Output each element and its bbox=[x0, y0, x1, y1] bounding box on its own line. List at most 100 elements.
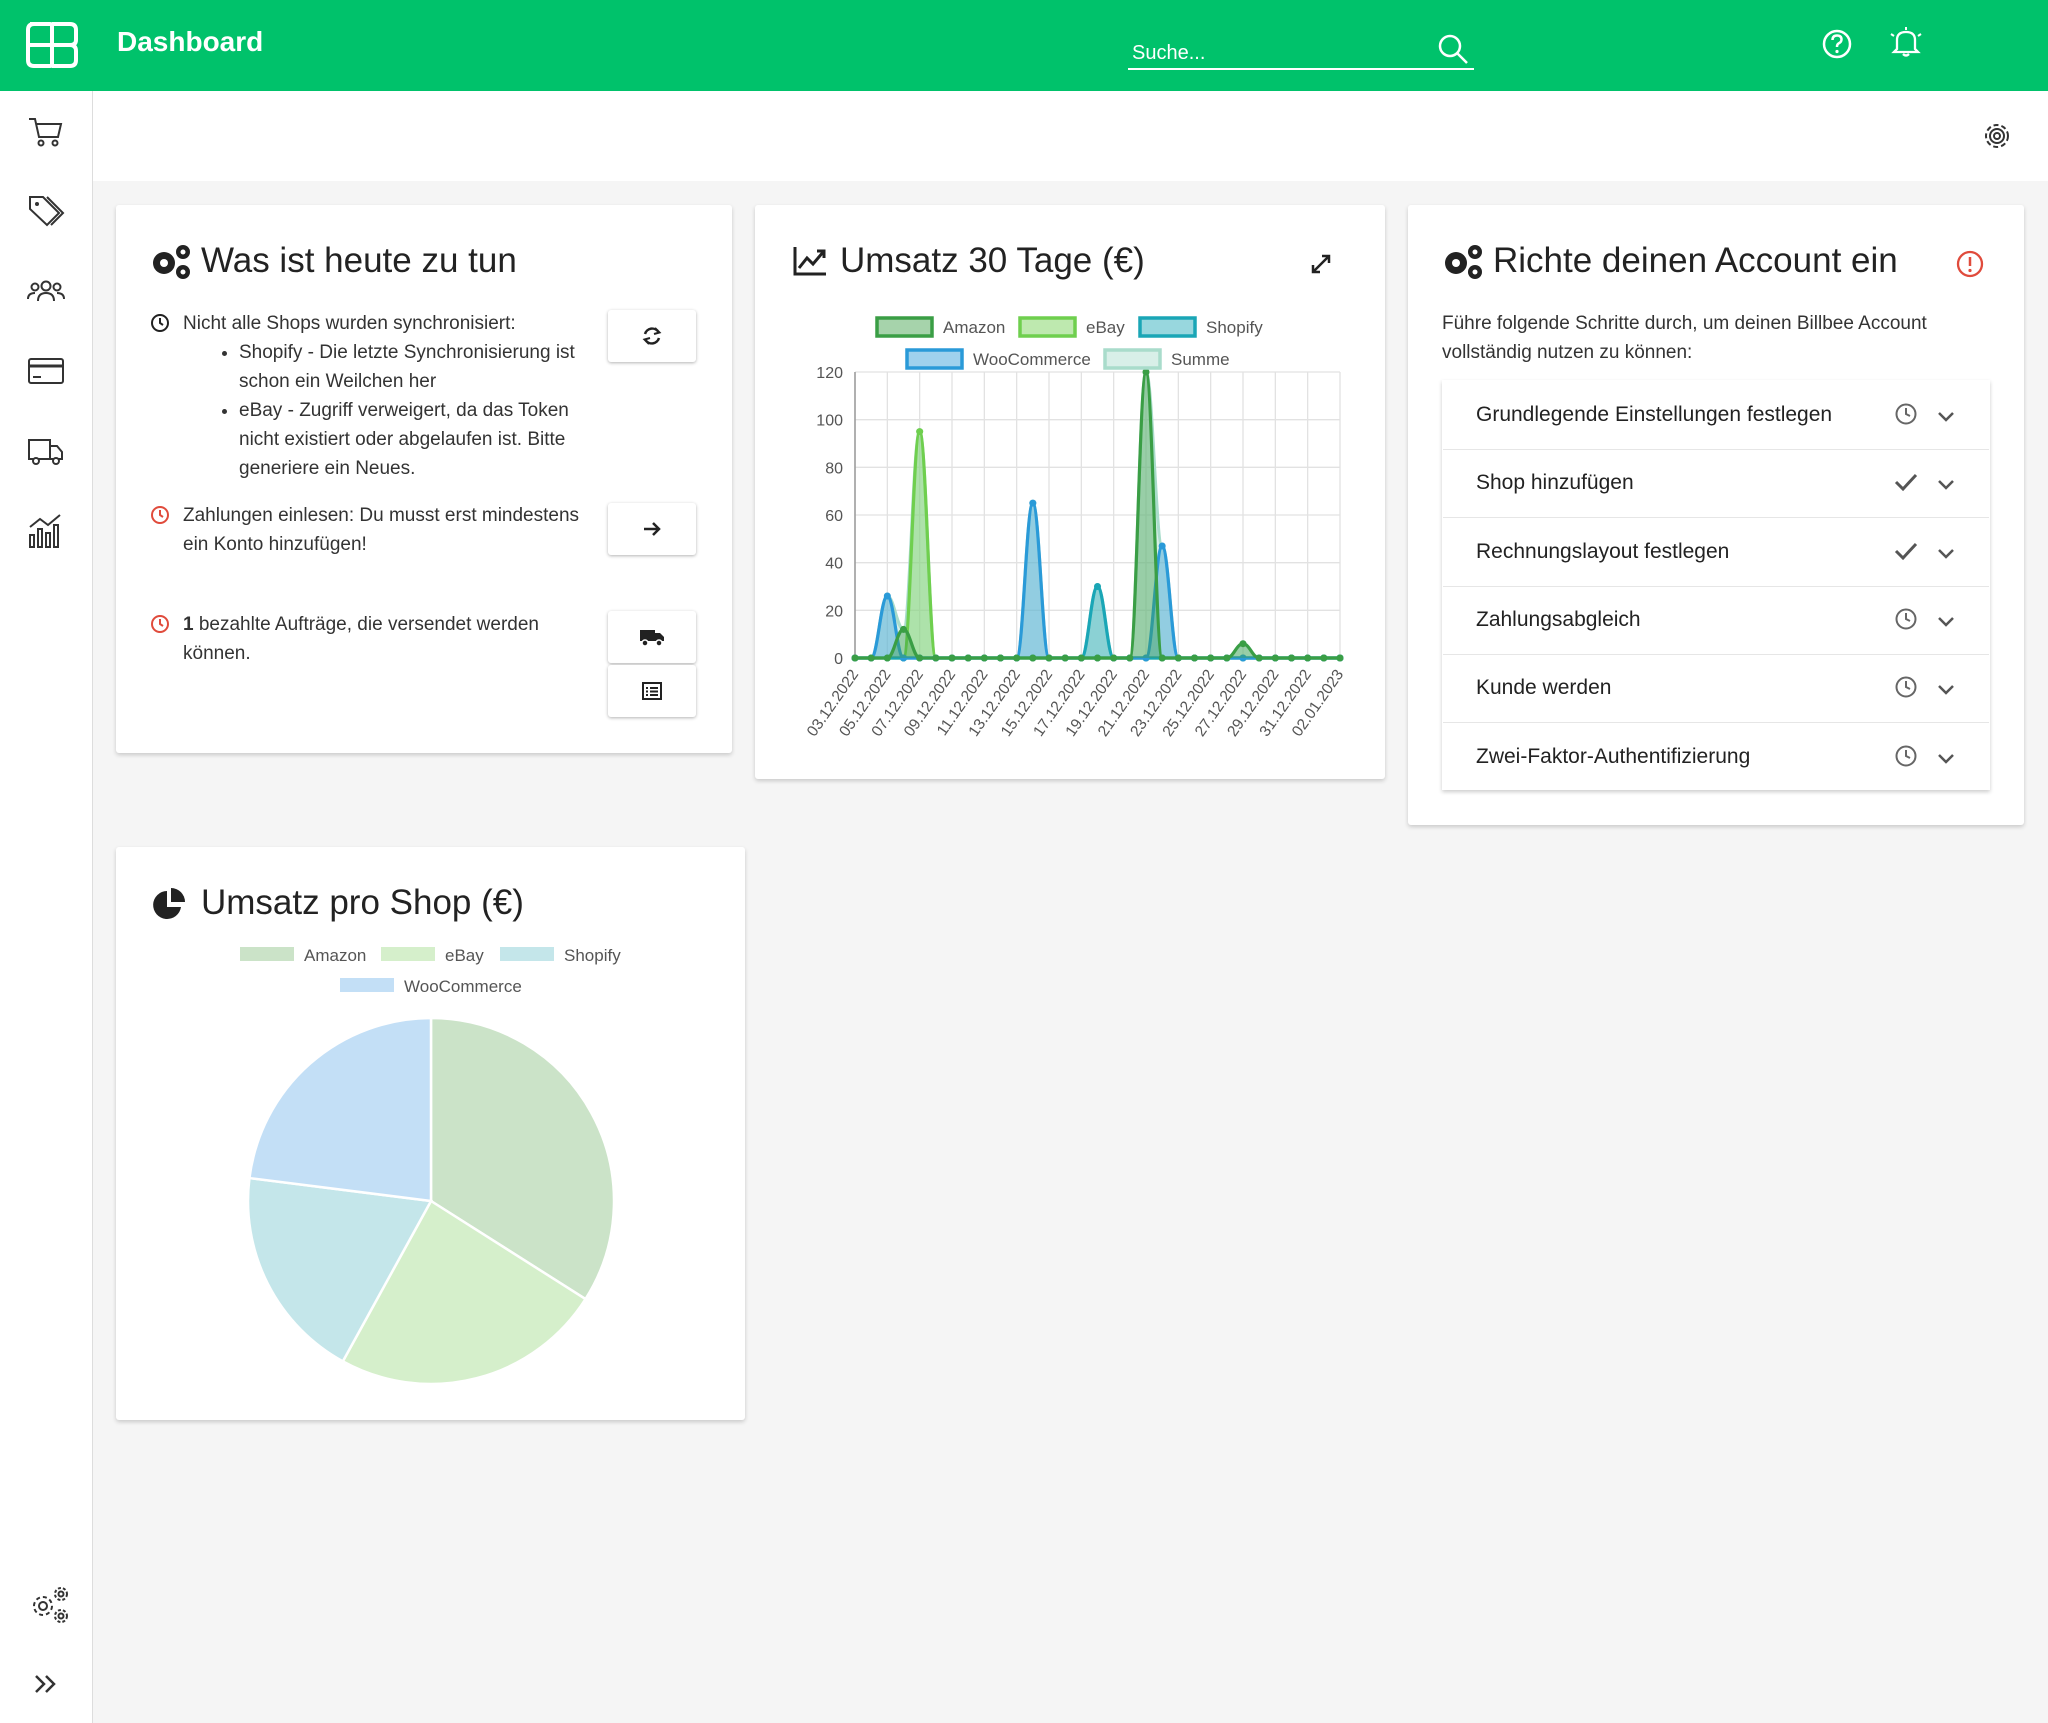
data-point[interactable] bbox=[997, 654, 1004, 662]
data-point[interactable] bbox=[1223, 654, 1231, 662]
y-tick-label: 0 bbox=[834, 651, 843, 668]
legend-label: Amazon bbox=[304, 946, 366, 965]
data-point[interactable] bbox=[1255, 654, 1263, 662]
search-icon[interactable] bbox=[1436, 32, 1470, 66]
card-title: Richte deinen Account ein bbox=[1493, 241, 1898, 280]
ship-orders-button[interactable] bbox=[608, 611, 696, 663]
legend-label: eBay bbox=[1086, 318, 1125, 337]
data-point[interactable] bbox=[1077, 654, 1085, 662]
search-input[interactable] bbox=[1130, 38, 1414, 68]
data-point[interactable] bbox=[1013, 654, 1021, 662]
data-point[interactable] bbox=[964, 654, 972, 662]
help-icon[interactable] bbox=[1819, 26, 1855, 62]
data-point[interactable] bbox=[932, 654, 940, 662]
chevron-down-icon[interactable] bbox=[1935, 678, 1957, 700]
chevron-down-icon[interactable] bbox=[1935, 542, 1957, 564]
chevron-down-icon[interactable] bbox=[1935, 405, 1957, 427]
data-point[interactable] bbox=[1320, 654, 1328, 662]
page-title: Dashboard bbox=[117, 26, 264, 57]
payment-card-icon[interactable] bbox=[26, 351, 66, 391]
legend-item-woocommerce[interactable]: WooCommerce bbox=[340, 977, 522, 996]
data-point[interactable] bbox=[1158, 542, 1166, 550]
customers-icon[interactable] bbox=[26, 271, 66, 311]
sync-message: Nicht alle Shops wurden synchronisiert: … bbox=[183, 309, 603, 483]
settings-gears-icon[interactable] bbox=[26, 1581, 72, 1627]
setup-step[interactable]: Shop hinzufügen bbox=[1443, 449, 1989, 519]
data-point[interactable] bbox=[948, 654, 956, 662]
data-point[interactable] bbox=[883, 592, 891, 600]
step-label: Kunde werden bbox=[1476, 676, 1612, 700]
legend-label: Amazon bbox=[943, 318, 1005, 337]
setup-step[interactable]: Kunde werden bbox=[1443, 654, 1989, 724]
data-point[interactable] bbox=[900, 625, 907, 633]
shipping-truck-icon[interactable] bbox=[26, 431, 66, 471]
gears-icon bbox=[1445, 245, 1482, 279]
sync-button[interactable] bbox=[608, 310, 696, 362]
chevron-down-icon[interactable] bbox=[1935, 610, 1957, 632]
data-point[interactable] bbox=[916, 428, 924, 436]
card-title: Umsatz pro Shop (€) bbox=[201, 883, 524, 922]
data-point[interactable] bbox=[1126, 654, 1134, 662]
orders-text: bezahlte Aufträge, die versendet werden … bbox=[183, 614, 539, 664]
y-tick-label: 80 bbox=[825, 460, 843, 477]
data-point[interactable] bbox=[1029, 499, 1037, 507]
data-point[interactable] bbox=[883, 654, 891, 662]
sync-text: Nicht alle Shops wurden synchronisiert: bbox=[183, 313, 516, 334]
data-point[interactable] bbox=[1336, 654, 1344, 662]
y-tick-label: 120 bbox=[816, 365, 843, 382]
legend-item-shopify[interactable]: Shopify bbox=[1138, 316, 1263, 338]
data-point[interactable] bbox=[1191, 654, 1198, 662]
setup-step[interactable]: Zwei-Faktor-Authentifizierung bbox=[1443, 723, 1989, 791]
data-point[interactable] bbox=[1239, 640, 1247, 648]
data-point[interactable] bbox=[867, 654, 875, 662]
data-point[interactable] bbox=[980, 654, 988, 662]
legend-item-woocommerce[interactable]: WooCommerce bbox=[905, 348, 1091, 370]
data-point[interactable] bbox=[1094, 583, 1101, 590]
legend-item-summe[interactable]: Summe bbox=[1103, 348, 1230, 370]
legend-item-shopify[interactable]: Shopify bbox=[500, 946, 621, 965]
step-label: Zahlungsabgleich bbox=[1476, 607, 1641, 631]
clock-icon bbox=[151, 314, 169, 332]
pie-slice-woocommerce[interactable] bbox=[248, 1016, 433, 1203]
legend-label: Shopify bbox=[564, 946, 621, 965]
data-point[interactable] bbox=[1207, 654, 1215, 662]
legend-item-ebay[interactable]: eBay bbox=[381, 946, 484, 965]
setup-step[interactable]: Zahlungsabgleich bbox=[1443, 586, 1989, 655]
account-intro: Führe folgende Schritte durch, um deinen… bbox=[1442, 313, 1927, 363]
data-point[interactable] bbox=[1174, 654, 1182, 662]
billbee-logo[interactable] bbox=[24, 20, 80, 70]
clock-icon bbox=[1895, 676, 1917, 698]
legend-item-ebay[interactable]: eBay bbox=[1018, 316, 1125, 338]
chevron-down-icon[interactable] bbox=[1935, 747, 1957, 769]
shop-pie-chart: Amazon eBay Shopify WooCommerce bbox=[240, 946, 621, 1386]
data-point[interactable] bbox=[1094, 654, 1101, 662]
add-account-button[interactable] bbox=[608, 503, 696, 555]
data-point[interactable] bbox=[1110, 654, 1118, 662]
data-point[interactable] bbox=[916, 654, 924, 662]
data-point[interactable] bbox=[851, 654, 859, 662]
data-point[interactable] bbox=[1304, 654, 1312, 662]
data-point[interactable] bbox=[1061, 654, 1069, 662]
data-point[interactable] bbox=[1271, 654, 1279, 662]
cart-icon[interactable] bbox=[26, 111, 66, 151]
notification-bell-icon[interactable] bbox=[1888, 24, 1924, 60]
search-box[interactable] bbox=[1128, 32, 1474, 70]
expand-icon[interactable] bbox=[1310, 253, 1332, 275]
order-list-button[interactable] bbox=[608, 665, 696, 717]
tags-icon[interactable] bbox=[26, 191, 66, 231]
data-point[interactable] bbox=[1288, 654, 1295, 662]
dashboard-settings-icon[interactable] bbox=[1980, 119, 2014, 153]
legend-item-amazon[interactable]: Amazon bbox=[240, 946, 366, 965]
chevron-down-icon[interactable] bbox=[1935, 473, 1957, 495]
data-point[interactable] bbox=[1045, 654, 1053, 662]
gears-icon bbox=[153, 245, 190, 279]
data-point[interactable] bbox=[1029, 654, 1037, 662]
expand-sidebar-icon[interactable] bbox=[26, 1664, 66, 1704]
check-icon bbox=[1894, 474, 1918, 492]
legend-item-amazon[interactable]: Amazon bbox=[875, 316, 1005, 338]
statistics-icon[interactable] bbox=[26, 511, 66, 551]
setup-step[interactable]: Grundlegende Einstellungen festlegen bbox=[1443, 381, 1989, 450]
data-point[interactable] bbox=[1158, 654, 1166, 662]
setup-step[interactable]: Rechnungslayout festlegen bbox=[1443, 518, 1989, 587]
list-item: Shopify - Die letzte Synchronisierung is… bbox=[239, 338, 603, 396]
